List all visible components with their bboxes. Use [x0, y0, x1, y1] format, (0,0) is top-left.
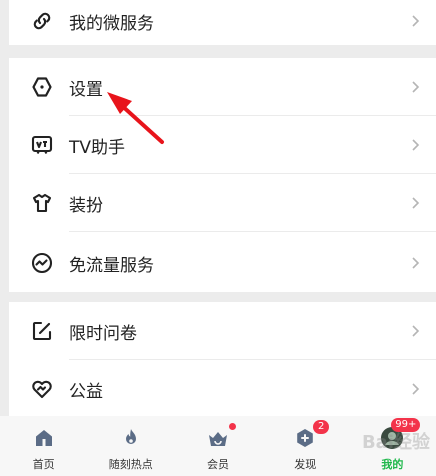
menu-item-survey[interactable]: 限时问卷: [9, 302, 436, 360]
link-icon: [30, 9, 54, 33]
menu-item-settings[interactable]: 设置: [9, 58, 436, 116]
tab-vip[interactable]: 会员: [174, 416, 261, 476]
hexagon-settings-icon: [30, 75, 54, 99]
discover-icon: 2: [293, 420, 330, 450]
menu-item-dress-up[interactable]: 装扮: [9, 174, 436, 232]
menu-item-label: 免流量服务: [69, 255, 154, 276]
menu-group-settings: 设置 TV助手 装扮 免流量服务: [9, 58, 436, 292]
wave-circle-icon: [30, 251, 54, 275]
chevron-right-icon: [410, 256, 420, 270]
bottom-tab-bar: 首页 随刻热点 会员 2 发现 99+ 我的: [0, 416, 436, 476]
chevron-right-icon: [410, 324, 420, 338]
menu-item-label: TV助手: [69, 137, 126, 158]
tab-label: 我的: [381, 458, 404, 471]
menu-item-label: 我的微服务: [69, 13, 154, 34]
tab-discover[interactable]: 2 发现: [262, 416, 349, 476]
menu-item-charity[interactable]: 公益: [9, 360, 436, 418]
tab-label: 首页: [32, 458, 55, 471]
menu-item-label: 公益: [69, 381, 103, 402]
heart-icon: [30, 377, 54, 401]
menu-item-label: 设置: [69, 79, 103, 100]
chevron-right-icon: [410, 382, 420, 396]
chevron-right-icon: [410, 196, 420, 210]
tab-mine[interactable]: 99+ 我的: [349, 416, 436, 476]
menu-item-label: 装扮: [69, 195, 103, 216]
home-icon: [32, 426, 56, 450]
tab-home[interactable]: 首页: [0, 416, 87, 476]
tab-hot[interactable]: 随刻热点: [87, 416, 174, 476]
chevron-right-icon: [410, 14, 420, 28]
avatar-icon: 99+: [380, 418, 421, 450]
notification-dot: [229, 423, 236, 430]
edit-square-icon: [30, 319, 54, 343]
menu-item-label: 限时问卷: [69, 323, 137, 344]
divider: [69, 231, 436, 232]
menu-group-services: 我的微服务: [9, 0, 436, 45]
discover-badge: 2: [313, 420, 330, 434]
chevron-right-icon: [410, 80, 420, 94]
flame-icon: [119, 426, 143, 450]
mine-badge: 99+: [391, 418, 421, 432]
menu-group-misc: 限时问卷 公益: [9, 302, 436, 416]
chevron-right-icon: [410, 138, 420, 152]
menu-item-micro-service[interactable]: 我的微服务: [9, 0, 436, 50]
tab-label: 随刻热点: [108, 458, 153, 471]
tshirt-icon: [30, 191, 54, 215]
tv-icon: [30, 133, 54, 157]
menu-item-tv-helper[interactable]: TV助手: [9, 116, 436, 174]
tab-label: 会员: [207, 458, 229, 471]
crown-basket-icon: [206, 423, 236, 450]
tab-label: 发现: [294, 458, 317, 471]
menu-item-free-traffic[interactable]: 免流量服务: [9, 234, 436, 292]
